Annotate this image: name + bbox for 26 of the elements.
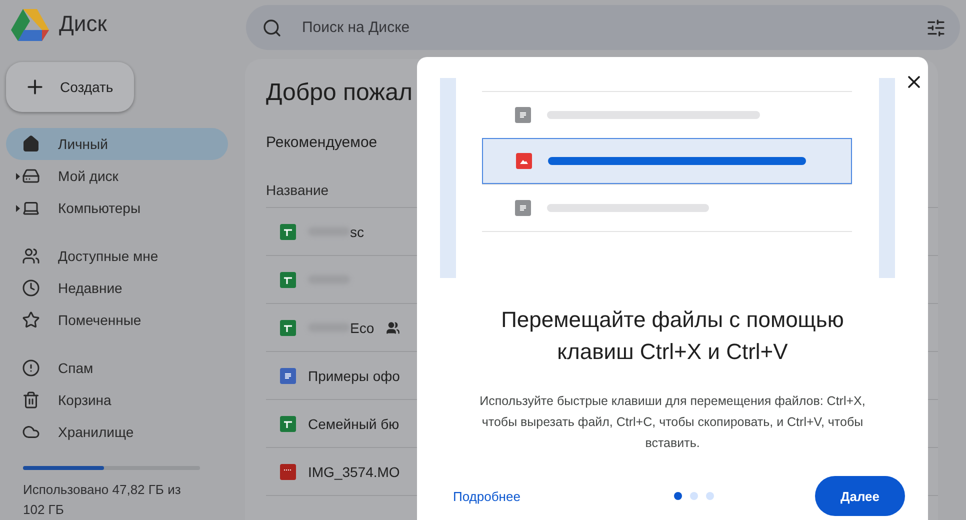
nav-item[interactable]: Личный bbox=[6, 128, 228, 160]
nav-item[interactable]: Компьютеры bbox=[6, 192, 228, 224]
storage-text: Использовано 47,82 ГБ из 102 ГБ bbox=[23, 481, 182, 519]
file-name: Eco bbox=[350, 320, 374, 336]
file-name: Семейный бю bbox=[308, 416, 400, 432]
file-name: IMG_3574.MO bbox=[308, 464, 400, 480]
dialog-title: Перемещайте файлы с помощью клавиш Ctrl+X и Ctrl+V bbox=[500, 306, 845, 366]
nav-item[interactable]: Корзина bbox=[6, 384, 228, 416]
nav-item[interactable]: Недавние bbox=[6, 272, 228, 304]
search-field[interactable]: Поиск на Диске bbox=[246, 5, 960, 50]
nav-item[interactable]: Помеченные bbox=[6, 304, 228, 336]
dialog-text: Используйте быстрые клавиши для перемещения файлов: Ctrl+X, чтобы вырезать файл, Ctrl+C, чтобы скопировать, и Ctrl+V, чтобы вставить. bbox=[478, 393, 866, 452]
nav-item[interactable]: Доступные мне bbox=[6, 240, 228, 272]
page-heading: Добро пожал bbox=[266, 79, 412, 107]
file-name: Примеры офо bbox=[308, 368, 400, 384]
app-title: Диск bbox=[59, 11, 107, 38]
more-link[interactable]: Подробнее bbox=[453, 488, 573, 504]
create-button[interactable]: Создать bbox=[6, 62, 134, 112]
nav-item[interactable]: Мой диск bbox=[6, 160, 228, 192]
column-header[interactable]: Название bbox=[266, 182, 329, 198]
next-button[interactable]: Далее bbox=[815, 476, 905, 516]
search-input[interactable]: Поиск на Диске bbox=[300, 18, 908, 37]
file-name: sc bbox=[350, 224, 364, 240]
nav-item[interactable]: Хранилище bbox=[6, 416, 228, 448]
filter-label: Рекомендуемое bbox=[266, 134, 378, 151]
nav-item[interactable]: Спам bbox=[6, 352, 228, 384]
